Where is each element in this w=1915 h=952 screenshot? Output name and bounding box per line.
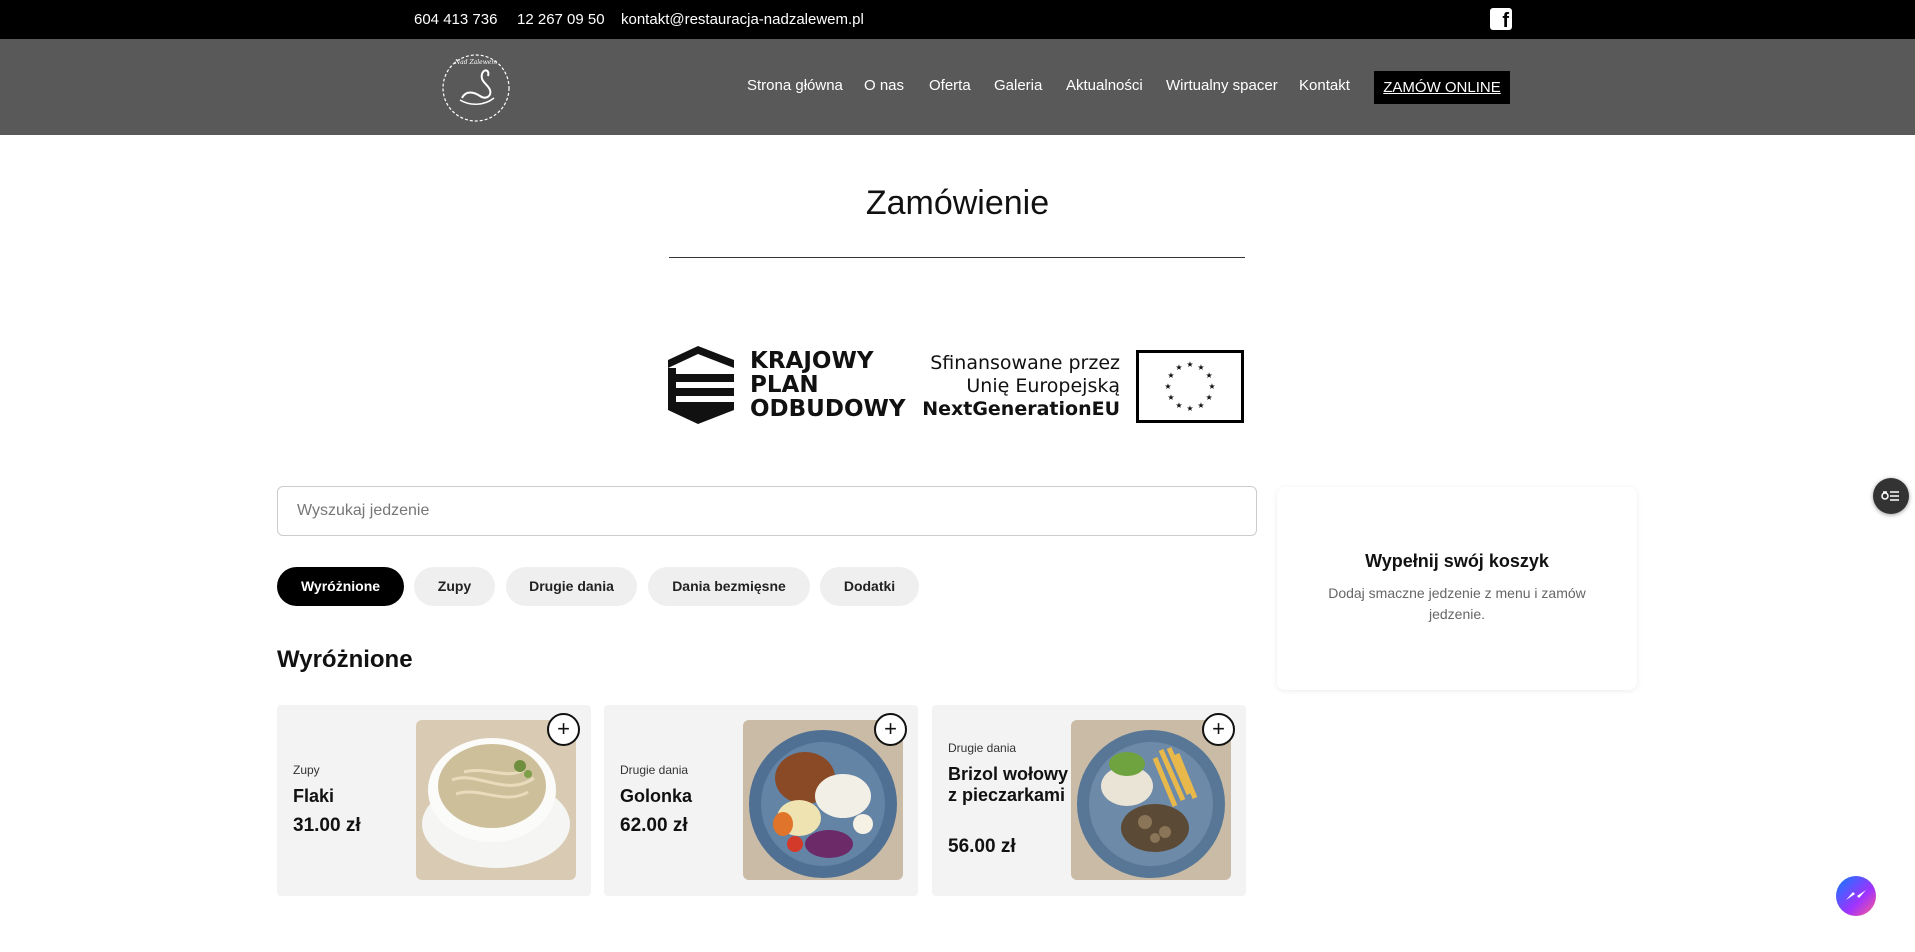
nav-virtual-tour[interactable]: Wirtualny spacer	[1166, 77, 1278, 94]
product-name: Flaki	[293, 786, 335, 806]
nav-news[interactable]: Aktualności	[1066, 77, 1143, 94]
kpo-text: KRAJOWY PLAN ODBUDOWY	[750, 349, 906, 421]
product-name: Golonka	[620, 786, 693, 806]
product-price: 56.00 zł	[948, 836, 1016, 857]
eu-star: ★	[1197, 401, 1204, 410]
kpo-logo-icon	[668, 346, 734, 424]
eu-star: ★	[1167, 393, 1174, 402]
phone-link-1[interactable]: 604 413 736	[414, 11, 497, 28]
eu-star: ★	[1175, 363, 1182, 372]
phone-link-2[interactable]: 12 267 09 50	[517, 11, 605, 28]
nav-contact[interactable]: Kontakt	[1299, 77, 1350, 94]
cart-title: Wypełnij swój koszyk	[1365, 551, 1549, 571]
kpo-line-1: KRAJOWY	[750, 348, 874, 374]
eu-star: ★	[1206, 393, 1213, 402]
eu-line-1: Sfinansowane przez	[930, 352, 1120, 374]
nav-about[interactable]: O nas	[864, 77, 904, 94]
eu-line-2: Unię Europejską	[966, 375, 1120, 397]
chip-soups[interactable]: Zupy	[414, 567, 495, 606]
top-contact-bar: 604 413 736 12 267 09 50 kontakt@restaur…	[0, 0, 1915, 39]
add-to-cart-button[interactable]: +	[1202, 713, 1235, 746]
nav-home[interactable]: Strona główna	[747, 77, 843, 94]
accessibility-toggle-icon[interactable]	[1873, 478, 1909, 514]
messenger-icon[interactable]	[1836, 876, 1876, 916]
chip-vegetarian[interactable]: Dania bezmięsne	[648, 567, 810, 606]
product-image-pork-knuckle[interactable]	[743, 720, 903, 880]
logo-text: Nad Zalewem	[454, 59, 497, 66]
chip-featured[interactable]: Wyróżnione	[277, 567, 404, 606]
product-card[interactable]: Drugie dania Golonka 62.00 zł +	[604, 705, 918, 896]
cart-panel: Wypełnij swój koszyk Dodaj smaczne jedze…	[1277, 487, 1637, 690]
email-link[interactable]: kontakt@restauracja-nadzalewem.pl	[621, 11, 864, 28]
page-title: Zamówienie	[865, 184, 1050, 222]
product-price: 62.00 zł	[620, 815, 688, 836]
product-price: 31.00 zł	[293, 815, 361, 836]
eu-stars: ★ ★★★★★★★★★★★	[1164, 360, 1215, 413]
add-to-cart-button[interactable]: +	[547, 713, 580, 746]
nav-offer[interactable]: Oferta	[929, 77, 971, 94]
add-to-cart-button[interactable]: +	[874, 713, 907, 746]
product-image-soup[interactable]	[416, 720, 576, 880]
kpo-line-3: ODBUDOWY	[750, 396, 906, 422]
product-image-brizol[interactable]	[1071, 720, 1231, 880]
product-name: Brizol wołowy z pieczarkami	[948, 764, 1069, 805]
product-card[interactable]: Zupy Flaki 31.00 zł +	[277, 705, 591, 896]
product-category: Zupy	[293, 763, 320, 777]
nav-gallery[interactable]: Galeria	[994, 77, 1042, 94]
product-category: Drugie dania	[620, 763, 689, 777]
eu-star: ★	[1167, 371, 1174, 380]
eu-star: ★	[1206, 371, 1213, 380]
facebook-icon[interactable]: f	[1490, 8, 1512, 32]
chip-main-dishes[interactable]: Drugie dania	[506, 567, 637, 606]
eu-star: ★	[1186, 404, 1193, 413]
eu-star: ★	[1175, 401, 1182, 410]
order-online-button[interactable]: ZAMÓW ONLINE	[1374, 71, 1510, 104]
product-card[interactable]: Drugie dania Brizol wołowy z pieczarkami…	[932, 705, 1246, 896]
section-title: Wyróżnione	[277, 646, 413, 673]
search-input[interactable]	[277, 486, 1257, 536]
eu-funding-text: Sfinansowane przez Unię Europejską NextG…	[900, 352, 1120, 421]
facebook-letter: f	[1502, 10, 1509, 32]
main-navbar: Nad Zalewem Strona główna O nas Oferta G…	[0, 39, 1915, 135]
kpo-line-2: PLAN	[750, 372, 819, 398]
eu-star: ★	[1186, 360, 1193, 369]
cart-description: Dodaj smaczne jedzenie z menu i zamów je…	[1328, 585, 1586, 622]
chip-sides[interactable]: Dodatki	[820, 567, 919, 606]
eu-line-3: NextGenerationEU	[922, 398, 1120, 420]
eu-star: ★	[1208, 382, 1215, 391]
eu-star: ★	[1197, 363, 1204, 372]
eu-star: ★	[1164, 382, 1171, 391]
title-divider	[669, 257, 1245, 258]
product-category: Drugie dania	[948, 741, 1017, 755]
restaurant-logo[interactable]: Nad Zalewem	[440, 52, 512, 124]
eu-flag-icon: ★ ★ ★ ★ ★ ★ ★ ★ ★ ★ ★ ★	[1136, 350, 1244, 423]
